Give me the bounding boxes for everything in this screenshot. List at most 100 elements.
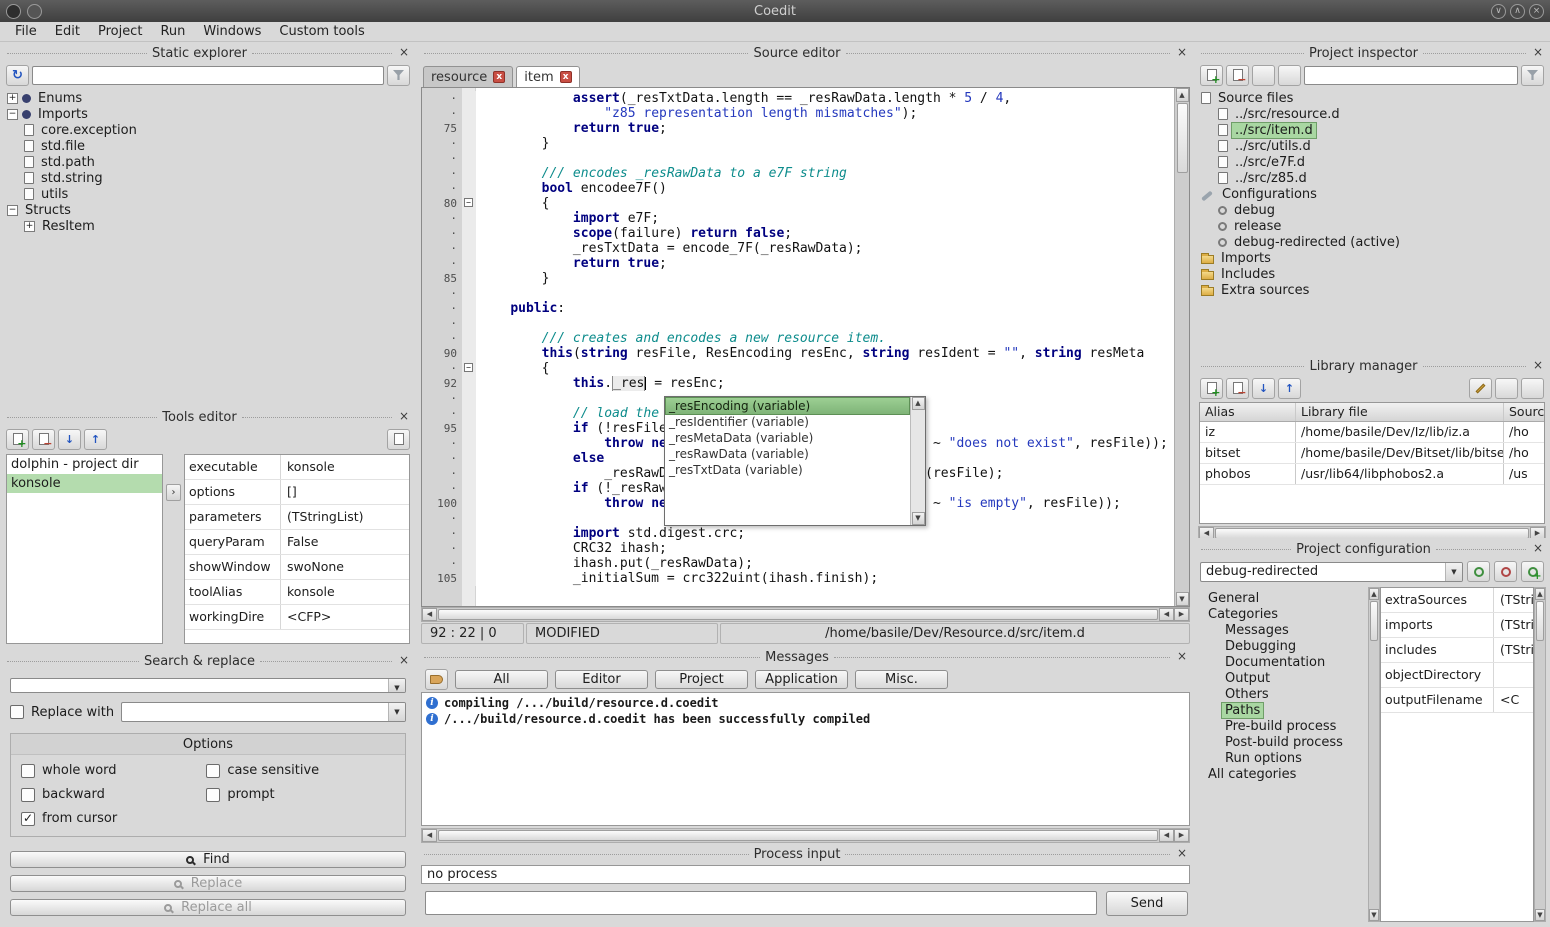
code-text[interactable]: this._res = resEnc; <box>476 376 1174 391</box>
code-line[interactable]: · <box>422 286 1174 301</box>
property-value[interactable]: (TStringList) <box>1494 638 1533 662</box>
close-icon[interactable]: × <box>1175 650 1189 664</box>
project-inspector-item[interactable]: Configurations <box>1196 186 1548 202</box>
config-category-item[interactable]: Output <box>1200 670 1368 686</box>
scroll-down-icon[interactable]: ▼ <box>1369 909 1379 921</box>
find-button[interactable]: Find <box>10 851 406 868</box>
scrollbar-thumb[interactable] <box>1370 601 1378 641</box>
chevron-down-icon[interactable]: ▼ <box>388 703 405 721</box>
code-line[interactable]: · /// creates and encodes a new resource… <box>422 331 1174 346</box>
code-line[interactable]: · assert(_resTxtData.length == _resRawDa… <box>422 91 1174 106</box>
close-icon[interactable]: × <box>397 654 411 668</box>
completion-item[interactable]: _resMetaData (variable) <box>666 430 909 446</box>
code-line[interactable]: · <box>422 316 1174 331</box>
property-name[interactable]: workingDire <box>185 605 281 629</box>
completion-item[interactable]: _resTxtData (variable) <box>666 462 909 478</box>
property-value[interactable]: konsole <box>281 580 409 604</box>
code-line[interactable]: 75 return true; <box>422 121 1174 136</box>
static-explorer-item[interactable]: std.file <box>2 138 414 154</box>
library-horizontal-scrollbar[interactable]: ◀ ▶ <box>1198 526 1546 538</box>
expand-icon[interactable]: + <box>7 93 18 104</box>
property-value[interactable]: (TStringList) <box>1494 588 1533 612</box>
window-menu-icon[interactable] <box>27 4 42 19</box>
send-button[interactable]: Send <box>1106 891 1188 916</box>
code-text[interactable]: "z85 representation length mismatches"); <box>476 106 1174 121</box>
scroll-up-icon[interactable]: ▲ <box>1176 88 1189 102</box>
scroll-down-icon[interactable]: ▼ <box>1535 909 1545 921</box>
scroll-right-icon[interactable]: ▶ <box>1174 608 1189 621</box>
property-value[interactable]: <CFP> <box>281 605 409 629</box>
close-tab-icon[interactable]: x <box>560 71 572 83</box>
code-text[interactable]: } <box>476 271 1174 286</box>
scrollbar-thumb[interactable] <box>1215 528 1529 538</box>
prompt-checkbox[interactable] <box>206 788 220 802</box>
message-category-button[interactable] <box>425 669 448 690</box>
completion-item[interactable]: _resRawData (variable) <box>666 446 909 462</box>
project-inspector-item[interactable]: ../src/e7F.d <box>1196 154 1548 170</box>
app-icon[interactable] <box>6 4 21 19</box>
code-line[interactable]: · public: <box>422 301 1174 316</box>
scrollbar-thumb[interactable] <box>438 609 1158 620</box>
remove-library-button[interactable] <box>1226 378 1249 399</box>
property-value[interactable]: konsole <box>281 455 409 479</box>
backward-checkbox[interactable] <box>21 788 35 802</box>
edit-library-button[interactable] <box>1469 378 1492 399</box>
project-inspector-item[interactable]: Extra sources <box>1196 282 1548 298</box>
scroll-left-icon[interactable]: ◀ <box>1159 608 1174 621</box>
replace-all-button[interactable]: Replace all <box>10 899 406 916</box>
completion-scrollbar[interactable]: ▲ ▼ <box>910 397 925 525</box>
close-icon[interactable]: × <box>1175 847 1189 861</box>
replace-with-checkbox[interactable] <box>10 705 24 719</box>
code-text[interactable]: { <box>476 361 1174 376</box>
code-text[interactable]: import std.digest.crc; <box>476 526 1174 541</box>
scroll-right-icon[interactable]: ▶ <box>1174 829 1189 842</box>
config-category-item[interactable]: Others <box>1200 686 1368 702</box>
code-line[interactable]: · return true; <box>422 256 1174 271</box>
property-value[interactable]: [] <box>281 480 409 504</box>
editor-horizontal-scrollbar[interactable]: ◀ ◀ ▶ <box>421 607 1190 622</box>
project-inspector-item[interactable]: ../src/z85.d <box>1196 170 1548 186</box>
close-icon[interactable]: × <box>1531 359 1545 373</box>
scroll-left-icon[interactable]: ◀ <box>422 608 437 621</box>
library-from-file-button[interactable] <box>1495 378 1518 399</box>
code-text[interactable]: this(string resFile, ResEncoding resEnc,… <box>476 346 1174 361</box>
fold-collapse-icon[interactable]: − <box>464 198 473 207</box>
library-from-folder-button[interactable] <box>1521 378 1544 399</box>
config-category-item[interactable]: Debugging <box>1200 638 1368 654</box>
shade-icon[interactable]: ∨ <box>1491 4 1506 19</box>
static-explorer-item[interactable]: std.string <box>2 170 414 186</box>
expand-icon[interactable]: + <box>24 221 35 232</box>
config-category-item[interactable]: Run options <box>1200 750 1368 766</box>
config-tree-scrollbar[interactable]: ▲ ▼ <box>1368 587 1380 922</box>
library-row[interactable]: phobos/usr/lib64/libphobos2.a/us <box>1200 464 1544 485</box>
property-name[interactable]: extraSources <box>1381 588 1494 612</box>
add-configuration-button[interactable] <box>1521 561 1544 582</box>
config-category-item[interactable]: Categories <box>1200 606 1368 622</box>
property-name[interactable]: toolAlias <box>185 580 281 604</box>
sync-configurations-button[interactable] <box>1467 561 1490 582</box>
menu-project[interactable]: Project <box>89 22 151 42</box>
from-cursor-checkbox[interactable] <box>21 812 35 826</box>
property-value[interactable] <box>1494 663 1533 687</box>
code-line[interactable]: 105 _initialSum = crc322uint(ihash.finis… <box>422 571 1174 586</box>
editor-tab-item[interactable]: itemx <box>516 66 579 87</box>
property-name[interactable]: options <box>185 480 281 504</box>
code-line[interactable]: 80− { <box>422 196 1174 211</box>
scroll-left-icon[interactable]: ◀ <box>1199 527 1214 538</box>
code-line[interactable]: · ihash.put(_resRawData); <box>422 556 1174 571</box>
code-text[interactable]: return true; <box>476 121 1174 136</box>
inspector-filter-button[interactable] <box>1521 65 1544 86</box>
property-value[interactable]: (TStringList) <box>1494 613 1533 637</box>
completion-item[interactable]: _resEncoding (variable) <box>666 398 909 414</box>
config-category-item[interactable]: Pre-build process <box>1200 718 1368 734</box>
inspector-filter-input[interactable] <box>1304 66 1518 85</box>
code-text[interactable]: import e7F; <box>476 211 1174 226</box>
close-icon[interactable]: × <box>1175 46 1189 60</box>
property-name[interactable]: executable <box>185 455 281 479</box>
static-explorer-item[interactable]: core.exception <box>2 122 414 138</box>
code-line[interactable]: · import std.digest.crc; <box>422 526 1174 541</box>
property-name[interactable]: parameters <box>185 505 281 529</box>
config-category-item[interactable]: Messages <box>1200 622 1368 638</box>
search-term-combobox[interactable]: ▼ <box>10 678 406 693</box>
message-row[interactable]: i/.../build/resource.d.coedit has been s… <box>422 711 1189 727</box>
